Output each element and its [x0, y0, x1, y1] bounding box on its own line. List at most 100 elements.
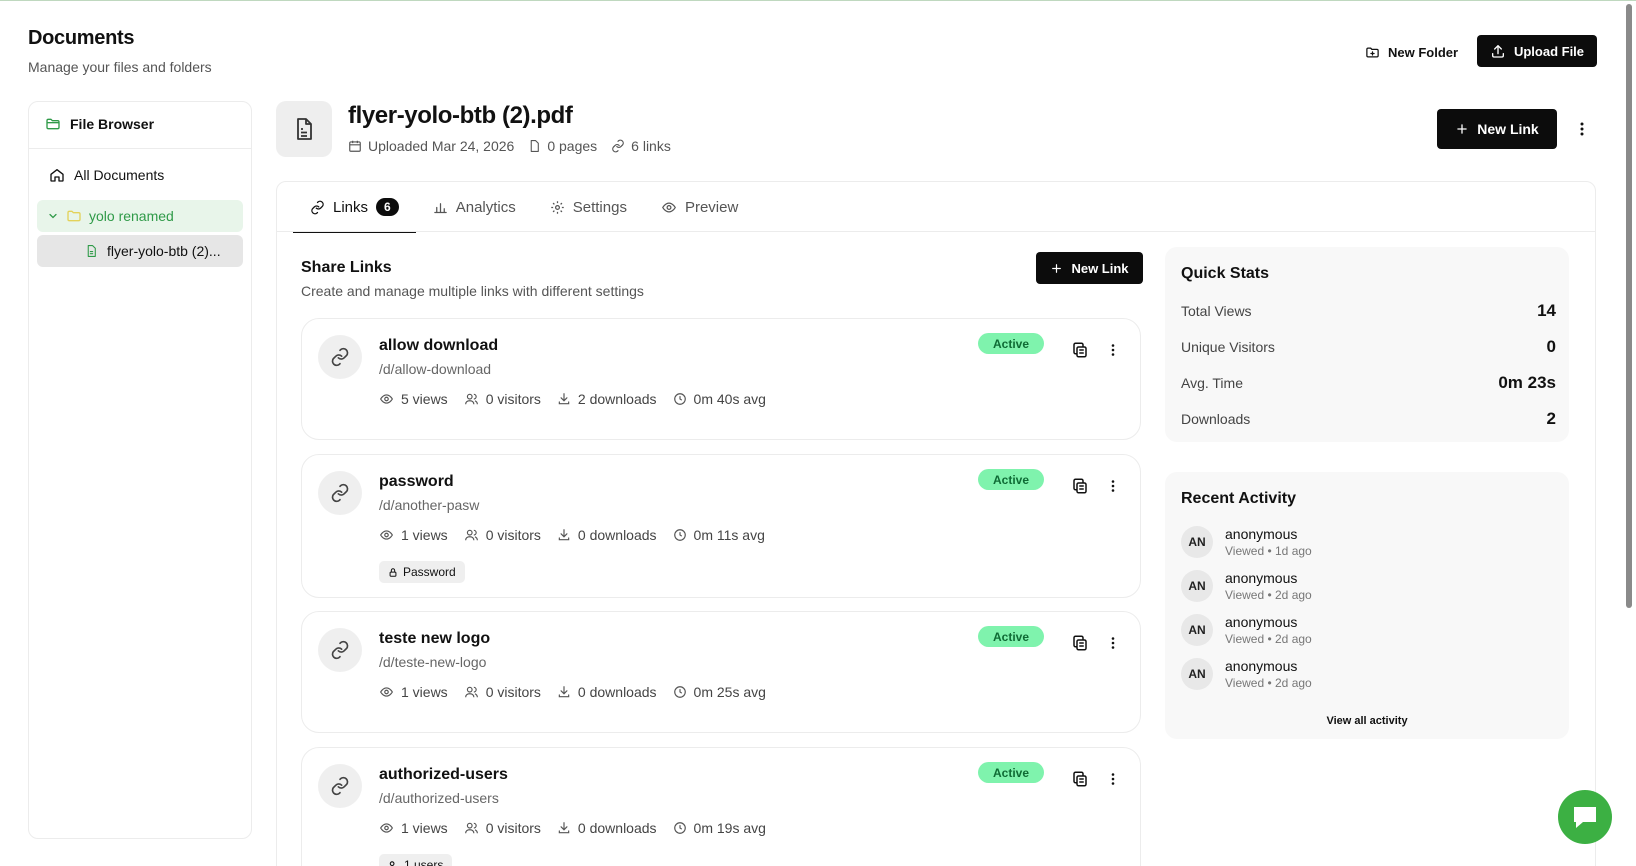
lock-icon: [389, 567, 397, 577]
eye-icon: [379, 530, 394, 540]
view-all-activity-link[interactable]: View all activity: [1165, 715, 1569, 727]
link-card[interactable]: password /d/another-pasw 1 views 0 visit…: [301, 454, 1141, 598]
sidebar-item-all-documents[interactable]: All Documents: [49, 163, 164, 187]
more-vertical-icon: [1111, 344, 1115, 356]
link-card[interactable]: authorized-users /d/authorized-users 1 v…: [301, 747, 1141, 866]
all-documents-label: All Documents: [74, 167, 165, 183]
page-icon: [531, 140, 540, 152]
link-slug: /d/another-pasw: [379, 497, 480, 513]
plus-icon: [1457, 124, 1467, 134]
status-badge: Active: [978, 333, 1044, 354]
visitors-stat: 0 visitors: [464, 684, 541, 700]
download-icon: [558, 686, 570, 698]
stat-value: 0m 23s: [1498, 373, 1556, 392]
file-text-icon: [87, 245, 96, 257]
tabs-divider: [277, 231, 1595, 232]
users-icon: [464, 822, 478, 834]
activity-detail: Viewed • 2d ago: [1225, 632, 1312, 646]
activity-item: AN anonymous Viewed • 2d ago: [1181, 570, 1312, 602]
link-stats: 1 views 0 visitors 0 downloads 0m 25s av…: [379, 684, 766, 700]
eye-icon: [661, 201, 676, 213]
sidebar-folder-yolo-renamed[interactable]: yolo renamed: [37, 200, 243, 232]
tab-links[interactable]: Links 6: [293, 182, 416, 233]
document-more-menu[interactable]: [1570, 117, 1594, 141]
links-text: 6 links: [631, 138, 671, 154]
users-tag: 1 users: [379, 854, 453, 866]
tab-preview[interactable]: Preview: [644, 182, 755, 232]
link-more-menu[interactable]: [1104, 477, 1122, 495]
views-text: 1 views: [401, 527, 448, 543]
clock-icon: [673, 822, 686, 834]
downloads-text: 0 downloads: [577, 527, 657, 543]
uploaded-meta: Uploaded Mar 24, 2026: [348, 138, 514, 154]
copy-icon[interactable]: [1071, 634, 1089, 652]
gear-icon: [551, 200, 564, 214]
avg-time-stat: 0m 19s avg: [673, 820, 766, 836]
users-icon: [464, 393, 478, 405]
top-border: [0, 0, 1636, 1]
clock-icon: [673, 529, 686, 541]
file-browser-title: File Browser: [70, 116, 155, 132]
chat-widget-button[interactable]: [1558, 790, 1612, 844]
link-card[interactable]: teste new logo /d/teste-new-logo 1 views…: [301, 611, 1141, 733]
document-title: flyer-yolo-btb (2).pdf: [348, 102, 573, 129]
chevron-down-icon[interactable]: [47, 210, 59, 222]
new-link-header-button[interactable]: New Link: [1437, 109, 1557, 149]
document-meta: Uploaded Mar 24, 2026 0 pages 6 links: [348, 138, 671, 154]
more-vertical-icon: [1580, 122, 1584, 136]
activity-name: anonymous: [1225, 614, 1298, 630]
clock-icon: [673, 393, 686, 405]
status-badge: Active: [978, 626, 1044, 647]
stat-row-downloads: Downloads 2: [1181, 409, 1556, 429]
eye-icon: [379, 687, 394, 697]
status-badge: Active: [978, 469, 1044, 490]
sidebar-file-flyer[interactable]: flyer-yolo-btb (2)...: [37, 235, 243, 267]
clock-icon: [673, 686, 686, 698]
calendar-icon: [349, 140, 361, 152]
tab-analytics-label: Analytics: [455, 198, 516, 216]
views-stat: 1 views: [379, 527, 448, 543]
copy-icon[interactable]: [1071, 477, 1089, 495]
stat-value: 0: [1546, 337, 1556, 356]
page-scrollbar[interactable]: [1626, 4, 1632, 608]
page-subtitle: Manage your files and folders: [28, 59, 212, 75]
tab-settings[interactable]: Settings: [533, 182, 644, 232]
avg-time-text: 0m 25s avg: [693, 684, 766, 700]
eye-icon: [379, 394, 394, 404]
link-avatar: [318, 628, 362, 672]
folder-open-icon: [46, 118, 60, 130]
link-avatar: [318, 764, 362, 808]
link-more-menu[interactable]: [1104, 634, 1122, 652]
more-vertical-icon: [1111, 773, 1115, 785]
link-name: authorized-users: [379, 766, 508, 783]
stat-value: 2: [1546, 409, 1556, 428]
upload-icon: [1491, 45, 1504, 58]
copy-icon[interactable]: [1071, 341, 1089, 359]
tab-analytics[interactable]: Analytics: [416, 182, 533, 232]
views-stat: 1 views: [379, 684, 448, 700]
visitors-text: 0 visitors: [485, 820, 541, 836]
views-text: 1 views: [401, 820, 448, 836]
link-icon: [331, 483, 349, 503]
page-title: Documents: [28, 27, 135, 49]
links-count-badge: 6: [376, 198, 399, 216]
new-folder-button[interactable]: New Folder: [1365, 42, 1458, 62]
link-more-menu[interactable]: [1104, 770, 1122, 788]
file-browser-header: File Browser: [45, 116, 154, 132]
activity-detail: Viewed • 2d ago: [1225, 588, 1312, 602]
stat-label: Total Views: [1181, 303, 1252, 319]
more-vertical-icon: [1111, 480, 1115, 492]
link-icon: [331, 640, 349, 660]
new-folder-label: New Folder: [1388, 44, 1459, 60]
link-more-menu[interactable]: [1104, 341, 1122, 359]
link-card[interactable]: allow download /d/allow-download 5 views…: [301, 318, 1141, 440]
plus-icon: [1052, 263, 1062, 273]
activity-name: anonymous: [1225, 526, 1298, 542]
downloads-stat: 0 downloads: [557, 820, 657, 836]
upload-file-button[interactable]: Upload File: [1477, 35, 1597, 67]
new-link-button[interactable]: New Link: [1036, 252, 1143, 284]
link-stats: 5 views 0 visitors 2 downloads 0m 40s av…: [379, 391, 766, 407]
copy-icon[interactable]: [1071, 770, 1089, 788]
eye-icon: [379, 823, 394, 833]
link-name: teste new logo: [379, 630, 491, 647]
